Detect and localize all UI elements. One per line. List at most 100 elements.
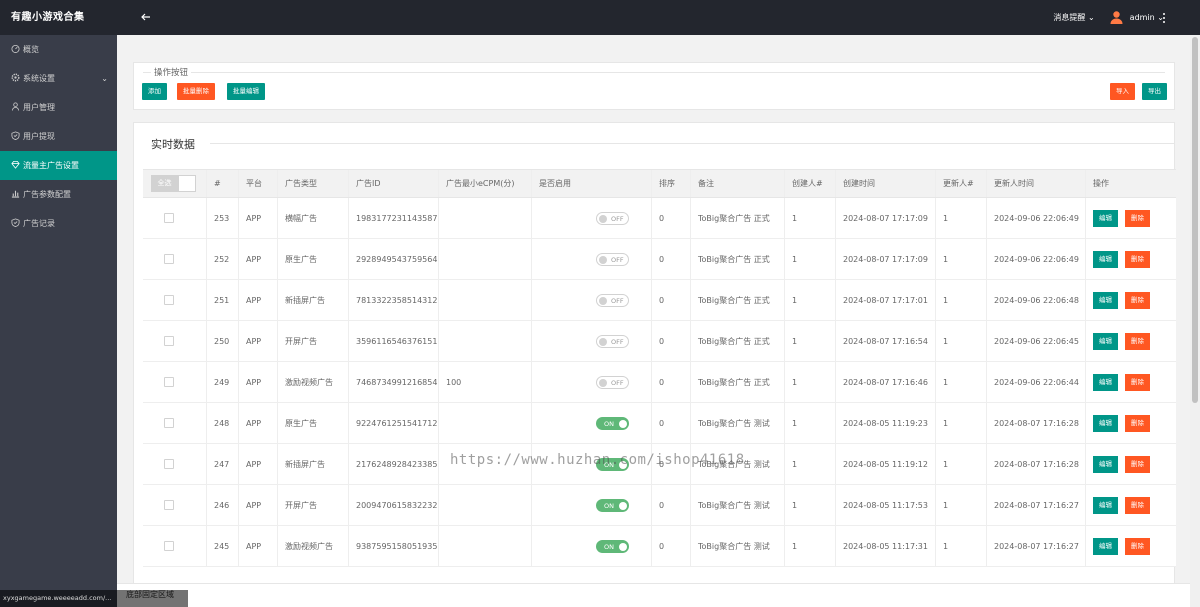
row-checkbox[interactable] <box>164 336 174 346</box>
sidebar-item[interactable]: 流量主广告设置 <box>0 151 117 180</box>
row-checkbox[interactable] <box>164 377 174 387</box>
delete-button[interactable]: 删除 <box>1125 373 1150 391</box>
sidebar-item[interactable]: 系统设置 ⌄ <box>0 64 117 93</box>
edit-button[interactable]: 编辑 <box>1093 250 1118 268</box>
sidebar-item[interactable]: 广告记录 <box>0 209 117 238</box>
enabled-toggle[interactable]: OFF <box>596 293 629 307</box>
enabled-toggle[interactable]: OFF <box>596 334 629 348</box>
more-vertical-icon[interactable] <box>1162 12 1166 24</box>
delete-button[interactable]: 删除 <box>1125 537 1150 555</box>
column-divider <box>784 280 785 320</box>
sidebar-item[interactable]: 概览 <box>0 35 117 64</box>
enabled-toggle[interactable]: OFF <box>596 211 629 225</box>
enabled-toggle[interactable]: ON <box>596 498 629 512</box>
delete-button[interactable]: 删除 <box>1125 209 1150 227</box>
message-menu[interactable]: 消息提醒 ⌄ <box>1053 12 1094 23</box>
add-button[interactable]: 添加 <box>142 83 167 100</box>
edit-button[interactable]: 编辑 <box>1093 496 1118 514</box>
diamond-icon <box>11 160 23 170</box>
toggle-knob <box>619 542 627 551</box>
cell-sort: 0 <box>659 295 665 305</box>
column-divider <box>835 170 836 197</box>
row-select-cell <box>143 403 206 443</box>
delete-button[interactable]: 删除 <box>1125 250 1150 268</box>
cell-id: 246 <box>214 500 230 510</box>
import-button[interactable]: 导入 <box>1110 83 1135 100</box>
row-checkbox[interactable] <box>164 459 174 469</box>
column-divider <box>438 403 439 443</box>
column-divider <box>835 485 836 525</box>
user-menu[interactable]: admin ⌄ <box>1130 13 1164 22</box>
cell-sort: 0 <box>659 418 665 428</box>
scrollbar-thumb[interactable] <box>1192 37 1198 403</box>
row-actions: 编辑 删除 <box>1085 485 1176 525</box>
export-button[interactable]: 导出 <box>1142 83 1167 100</box>
enabled-toggle[interactable]: ON <box>596 539 629 553</box>
column-divider <box>651 526 652 566</box>
edit-button[interactable]: 编辑 <box>1093 414 1118 432</box>
cell-ad-id: 2009470615832232 <box>356 500 438 510</box>
row-checkbox[interactable] <box>164 500 174 510</box>
sidebar-item[interactable]: 用户提现 <box>0 122 117 151</box>
cell-ecpm <box>438 239 531 279</box>
row-actions: 编辑 删除 <box>1085 239 1176 279</box>
delete-button[interactable]: 删除 <box>1125 291 1150 309</box>
edit-button[interactable]: 编辑 <box>1093 537 1118 555</box>
edit-button[interactable]: 编辑 <box>1093 291 1118 309</box>
batch-edit-button[interactable]: 批量编辑 <box>227 83 265 100</box>
cell-updated: 2024-09-06 22:06:44 <box>994 377 1079 387</box>
column-divider <box>1085 321 1086 361</box>
column-divider <box>238 170 239 197</box>
row-checkbox[interactable] <box>164 295 174 305</box>
column-divider <box>1085 485 1086 525</box>
sidebar-item[interactable]: 用户管理 <box>0 93 117 122</box>
delete-button[interactable]: 删除 <box>1125 414 1150 432</box>
cell-note: ToBig聚合广告 正式 <box>698 377 770 387</box>
cell-note: ToBig聚合广告 测试 <box>698 459 770 469</box>
delete-button[interactable]: 删除 <box>1125 496 1150 514</box>
cell-type: 原生广告 <box>285 418 317 428</box>
scrollbar[interactable] <box>1190 35 1200 607</box>
enabled-toggle[interactable]: ON <box>596 457 629 471</box>
column-divider <box>206 239 207 279</box>
column-divider <box>277 321 278 361</box>
enabled-toggle[interactable]: OFF <box>596 252 629 266</box>
table-card: 实时数据 全选 # 平台 广告类型 广告ID 广告最小eCPM(分) 是否启用 排序 备注 创建人… <box>133 122 1176 607</box>
row-checkbox[interactable] <box>164 254 174 264</box>
back-arrow-icon[interactable] <box>139 10 153 24</box>
cell-note: ToBig聚合广告 测试 <box>698 500 770 510</box>
row-select-cell <box>143 280 206 320</box>
sidebar-item-label: 广告记录 <box>23 219 55 228</box>
chevron-down-icon: ⌄ <box>1087 13 1095 22</box>
sidebar-item[interactable]: 广告参数配置 <box>0 180 117 209</box>
column-divider <box>206 280 207 320</box>
batch-delete-button[interactable]: 批量删除 <box>177 83 215 100</box>
column-divider <box>531 403 532 443</box>
avatar[interactable] <box>1109 10 1124 25</box>
select-all-box <box>178 175 196 192</box>
cell-platform: APP <box>246 541 262 551</box>
actions-legend: 操作按钮 <box>151 66 192 78</box>
enabled-toggle[interactable]: OFF <box>596 375 629 389</box>
cell-type: 激励视频广告 <box>285 377 333 387</box>
row-checkbox[interactable] <box>164 213 174 223</box>
row-checkbox[interactable] <box>164 541 174 551</box>
delete-button[interactable]: 删除 <box>1125 332 1150 350</box>
column-divider <box>1085 403 1086 443</box>
row-checkbox[interactable] <box>164 418 174 428</box>
toggle-text: OFF <box>611 378 624 387</box>
edit-button[interactable]: 编辑 <box>1093 332 1118 350</box>
toggle-text: OFF <box>611 214 624 223</box>
cell-ecpm <box>438 526 531 566</box>
cell-created: 2024-08-05 11:17:53 <box>843 500 928 510</box>
edit-button[interactable]: 编辑 <box>1093 209 1118 227</box>
edit-button[interactable]: 编辑 <box>1093 455 1118 473</box>
column-divider <box>277 280 278 320</box>
cell-note: ToBig聚合广告 正式 <box>698 295 770 305</box>
cell-id: 247 <box>214 459 230 469</box>
select-all-toggle[interactable]: 全选 <box>151 175 196 192</box>
delete-button[interactable]: 删除 <box>1125 455 1150 473</box>
edit-button[interactable]: 编辑 <box>1093 373 1118 391</box>
enabled-toggle[interactable]: ON <box>596 416 629 430</box>
sidebar-item-label: 用户管理 <box>23 103 55 112</box>
